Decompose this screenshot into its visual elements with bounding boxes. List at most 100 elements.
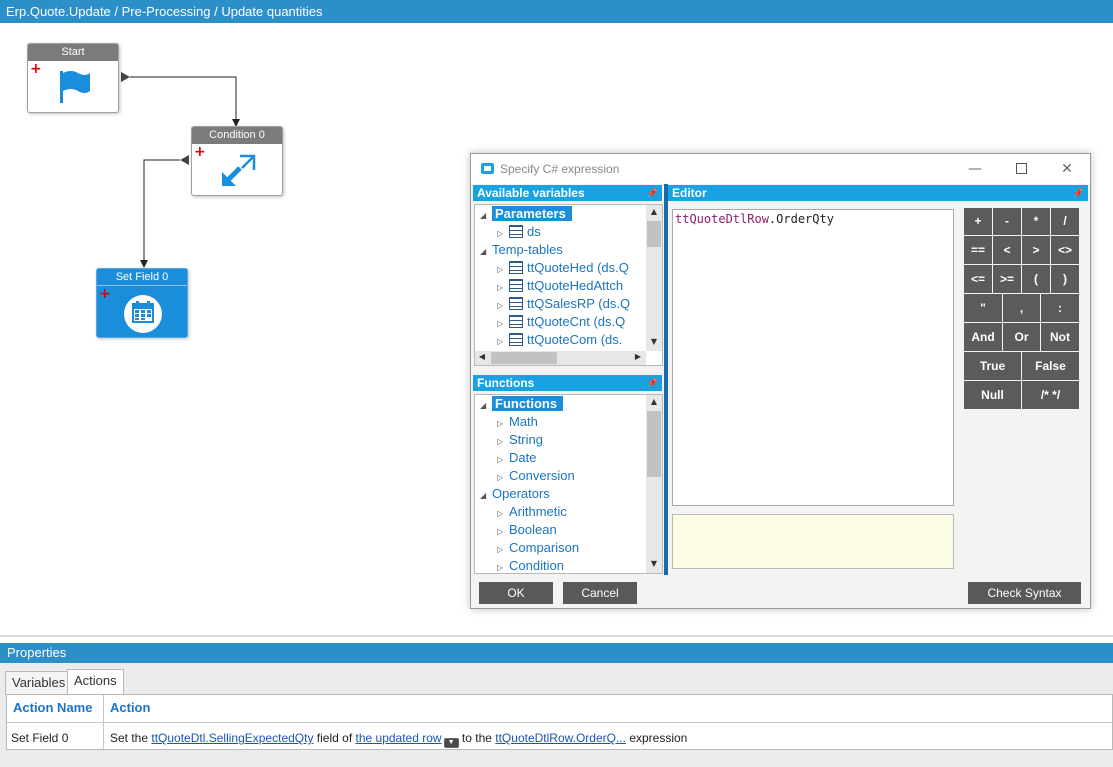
pin-icon[interactable]: 📌 — [647, 185, 658, 201]
editor-panel-header: Editor 📌 — [668, 185, 1088, 201]
key-true[interactable]: True — [964, 352, 1021, 380]
tree-item-table[interactable]: ▷ ttQSalesRP (ds.Q — [497, 295, 630, 313]
row-link[interactable]: the updated row — [356, 731, 442, 745]
tree-item-functions[interactable]: ◢ Functions — [480, 395, 564, 415]
key-false[interactable]: False — [1022, 352, 1079, 380]
cancel-button[interactable]: Cancel — [563, 582, 637, 604]
scroll-up-icon[interactable]: ▲ — [646, 397, 662, 406]
key-close-paren[interactable]: ) — [1051, 265, 1079, 293]
key-not[interactable]: Not — [1041, 323, 1079, 351]
key-less-equal[interactable]: <= — [964, 265, 992, 293]
scroll-thumb[interactable] — [491, 352, 557, 364]
key-minus[interactable]: - — [993, 208, 1021, 235]
close-button[interactable]: ✕ — [1047, 157, 1087, 181]
start-node-label: Start — [28, 44, 118, 61]
key-and[interactable]: And — [964, 323, 1002, 351]
key-plus[interactable]: + — [964, 208, 992, 235]
tree-item-label: Boolean — [509, 522, 557, 537]
functions-vscroll[interactable]: ▲ ▼ — [646, 395, 662, 573]
tree-item-arithmetic[interactable]: ▷ Arithmetic — [497, 503, 567, 521]
variables-vscroll[interactable]: ▲ ▼ — [646, 205, 662, 351]
scroll-down-icon[interactable]: ▼ — [646, 337, 662, 346]
calendar-icon — [124, 295, 162, 333]
expression-member: .OrderQty — [768, 212, 834, 226]
scroll-thumb[interactable] — [647, 411, 661, 477]
tree-item-string[interactable]: ▷ String — [497, 431, 543, 449]
key-greater-equal[interactable]: >= — [993, 265, 1021, 293]
key-not-equal[interactable]: <> — [1051, 236, 1079, 264]
expression-link[interactable]: ttQuoteDtlRow.OrderQ... — [495, 731, 626, 745]
collapse-icon[interactable]: ◢ — [480, 397, 492, 415]
tab-actions[interactable]: Actions — [67, 669, 124, 695]
maximize-button[interactable] — [1001, 157, 1041, 181]
editor-panel-title: Editor — [672, 186, 707, 200]
scroll-down-icon[interactable]: ▼ — [646, 559, 662, 568]
tree-item-table[interactable]: ▷ ttQuoteHedAttch — [497, 277, 623, 295]
collapse-icon[interactable]: ◢ — [480, 487, 492, 505]
pin-icon[interactable]: 📌 — [1073, 185, 1084, 201]
scroll-left-icon[interactable]: ◀ — [477, 352, 487, 361]
tree-item-label: Math — [509, 414, 538, 429]
condition-node-label: Condition 0 — [192, 127, 282, 144]
condition-node[interactable]: Condition 0 + — [191, 126, 283, 196]
tree-item-label: ds — [527, 224, 541, 239]
tree-item-label: String — [509, 432, 543, 447]
variables-tree[interactable]: ◢ Parameters ▷ ds ◢ Temp-tables ▷ ttQuoteHed… — [474, 204, 663, 366]
tree-item-date[interactable]: ▷ Date — [497, 449, 536, 467]
expand-icon[interactable]: ▷ — [497, 559, 509, 573]
tab-variables[interactable]: Variables — [5, 671, 73, 695]
expression-object: ttQuoteDtlRow — [675, 212, 769, 226]
check-syntax-button[interactable]: Check Syntax — [968, 582, 1081, 604]
scroll-up-icon[interactable]: ▲ — [646, 207, 662, 216]
tree-item-conversion[interactable]: ▷ Conversion — [497, 467, 575, 485]
key-or[interactable]: Or — [1003, 323, 1040, 351]
key-equals[interactable]: == — [964, 236, 992, 264]
set-field-node[interactable]: Set Field 0 + — [96, 268, 188, 338]
key-colon[interactable]: : — [1041, 294, 1079, 322]
key-greater[interactable]: > — [1022, 236, 1050, 264]
tree-item-label: Comparison — [509, 540, 580, 555]
tree-item-table[interactable]: ▷ ttQuoteCom (ds. — [497, 331, 622, 349]
key-less[interactable]: < — [993, 236, 1021, 264]
add-icon[interactable]: + — [99, 287, 111, 301]
collapse-icon[interactable]: ◢ — [480, 207, 492, 225]
dialog-title-bar[interactable]: Specify C# expression — ✕ — [471, 154, 1090, 184]
key-null[interactable]: Null — [964, 381, 1021, 409]
key-open-paren[interactable]: ( — [1022, 265, 1050, 293]
add-icon[interactable]: + — [30, 62, 42, 76]
variables-hscroll[interactable]: ◀ ▶ — [475, 351, 646, 365]
table-icon — [509, 297, 523, 310]
key-quote[interactable]: " — [964, 294, 1002, 322]
key-comma[interactable]: , — [1003, 294, 1040, 322]
key-divide[interactable]: / — [1051, 208, 1079, 235]
tree-item-comparison[interactable]: ▷ Comparison — [497, 539, 579, 557]
minimize-button[interactable]: — — [955, 157, 995, 181]
tree-item-ds[interactable]: ▷ ds — [497, 223, 541, 241]
table-row-action-name[interactable]: Set Field 0 — [11, 731, 68, 745]
key-multiply[interactable]: * — [1022, 208, 1050, 235]
tree-item-parameters[interactable]: ◢ Parameters — [480, 205, 572, 223]
functions-tree[interactable]: ◢ Functions ▷ Math ▷ String ▷ Date ▷ Conversi… — [474, 394, 663, 574]
tree-item-boolean[interactable]: ▷ Boolean — [497, 521, 557, 539]
tree-item-condition[interactable]: ▷ Condition — [497, 557, 564, 573]
add-icon[interactable]: + — [194, 145, 206, 159]
tree-item-temp-tables[interactable]: ◢ Temp-tables — [480, 241, 563, 259]
tree-item-operators[interactable]: ◢ Operators — [480, 485, 550, 503]
pin-icon[interactable]: 📌 — [647, 375, 658, 391]
tree-item-table[interactable]: ▷ ttQuoteCnt (ds.Q — [497, 313, 625, 331]
dropdown-icon[interactable]: ▼ — [443, 738, 459, 748]
collapse-icon[interactable]: ◢ — [480, 243, 492, 261]
expand-icon[interactable]: ▷ — [497, 333, 509, 351]
ok-button[interactable]: OK — [479, 582, 553, 604]
tree-item-math[interactable]: ▷ Math — [497, 413, 538, 431]
field-link[interactable]: ttQuoteDtl.SellingExpectedQty — [151, 731, 313, 745]
key-comment[interactable]: /* */ — [1022, 381, 1079, 409]
table-icon — [509, 279, 523, 292]
expression-editor[interactable]: ttQuoteDtlRow.OrderQty — [672, 209, 954, 506]
start-node[interactable]: Start + — [27, 43, 119, 113]
tree-item-table[interactable]: ▷ ttQuoteHed (ds.Q — [497, 259, 629, 277]
tree-item-label: Parameters — [492, 206, 572, 221]
panel-splitter[interactable] — [664, 184, 668, 575]
scroll-thumb[interactable] — [647, 221, 661, 247]
scroll-right-icon[interactable]: ▶ — [633, 352, 643, 361]
